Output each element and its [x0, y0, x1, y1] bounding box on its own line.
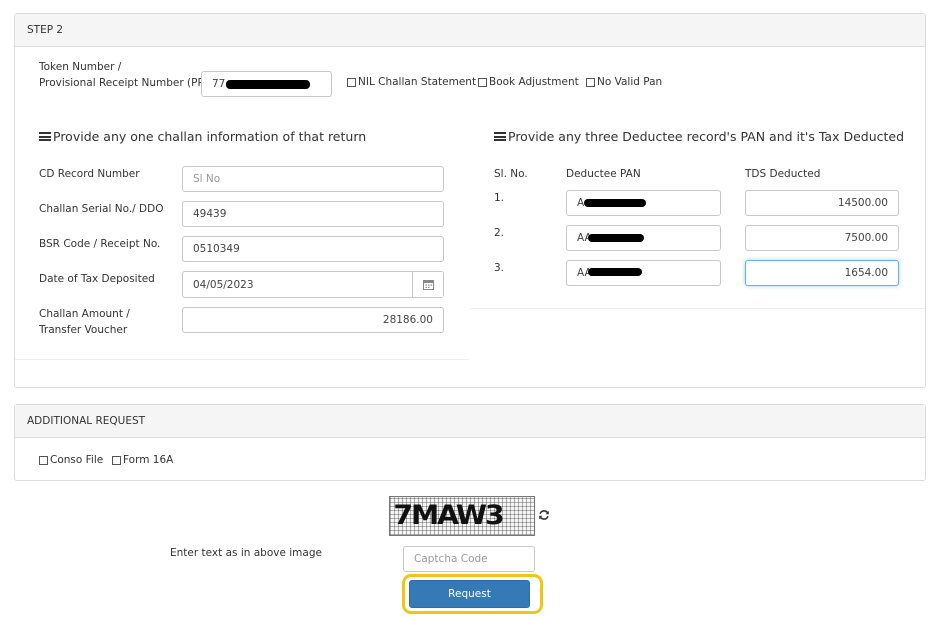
list-icon	[39, 132, 51, 141]
challan-title-text: Provide any one challan information of t…	[53, 129, 367, 144]
checkbox-box[interactable]	[347, 77, 356, 87]
deductee-section-title: Provide any three Deductee record's PAN …	[494, 129, 904, 144]
conso-file-checkbox[interactable]: Conso File	[39, 454, 103, 466]
captcha-code-input[interactable]	[403, 546, 535, 572]
cd-record-input[interactable]	[182, 166, 444, 192]
refresh-icon[interactable]	[538, 509, 550, 521]
form-16a-label: Form 16A	[123, 454, 174, 466]
additional-request-header: ADDITIONAL REQUEST	[15, 405, 925, 438]
row-number: 3.	[494, 262, 505, 274]
token-redaction	[226, 80, 310, 89]
token-label-line1: Token Number /	[39, 61, 122, 73]
pan-redaction	[584, 199, 646, 207]
nil-challan-checkbox[interactable]: NIL Challan Statement	[347, 76, 476, 88]
row-number: 2.	[494, 227, 505, 239]
checkbox-box[interactable]	[478, 77, 487, 87]
date-deposited-label: Date of Tax Deposited	[39, 273, 155, 285]
deductee-section-divider	[470, 308, 925, 309]
pan-redaction	[588, 268, 642, 276]
token-label-line2: Provisional Receipt Number (PRN)	[39, 77, 217, 89]
additional-request-panel: ADDITIONAL REQUEST	[14, 404, 926, 481]
checkbox-box[interactable]	[586, 77, 595, 87]
col-header-deductee-pan: Deductee PAN	[566, 168, 641, 180]
tds-deducted-input[interactable]	[745, 190, 899, 216]
additional-request-header-label: ADDITIONAL REQUEST	[27, 415, 146, 427]
row-number: 1.	[494, 192, 505, 204]
challan-section-title: Provide any one challan information of t…	[39, 129, 366, 144]
request-button-label: Request	[448, 588, 491, 600]
no-valid-pan-checkbox[interactable]: No Valid Pan	[586, 76, 662, 88]
calendar-button[interactable]	[412, 272, 443, 297]
form-16a-checkbox[interactable]: Form 16A	[112, 454, 173, 466]
checkbox-box[interactable]	[39, 455, 48, 465]
captcha-image: 7MAW3	[389, 496, 535, 536]
book-adjustment-label: Book Adjustment	[489, 76, 579, 88]
deductee-title-text: Provide any three Deductee record's PAN …	[508, 129, 905, 144]
book-adjustment-checkbox[interactable]: Book Adjustment	[478, 76, 579, 88]
conso-file-label: Conso File	[50, 454, 104, 466]
nil-challan-label: NIL Challan Statement	[358, 76, 477, 88]
captcha-instruction: Enter text as in above image	[170, 547, 322, 559]
challan-amount-input[interactable]	[182, 307, 444, 333]
list-icon	[494, 132, 506, 141]
challan-serial-input[interactable]	[182, 201, 444, 227]
tds-deducted-input[interactable]	[745, 225, 899, 251]
cd-record-label: CD Record Number	[39, 168, 140, 180]
tds-deducted-input[interactable]	[745, 260, 899, 286]
checkbox-box[interactable]	[112, 455, 121, 465]
calendar-icon	[422, 280, 434, 290]
bsr-code-input[interactable]	[182, 236, 444, 262]
challan-amount-label-line2: Transfer Voucher	[39, 324, 128, 336]
step2-header: STEP 2	[15, 14, 925, 47]
request-button[interactable]: Request	[409, 580, 530, 608]
col-header-slno: Sl. No.	[494, 168, 528, 180]
no-valid-pan-label: No Valid Pan	[597, 76, 663, 88]
pan-redaction	[588, 234, 644, 242]
bsr-code-label: BSR Code / Receipt No.	[39, 238, 161, 250]
challan-section-divider	[15, 359, 469, 360]
step2-header-label: STEP 2	[27, 24, 64, 36]
challan-amount-label-line1: Challan Amount /	[39, 308, 130, 320]
col-header-tds-deducted: TDS Deducted	[745, 168, 821, 180]
date-deposited-input[interactable]	[182, 271, 444, 298]
captcha-image-text: 7MAW3	[393, 500, 504, 531]
challan-serial-label: Challan Serial No./ DDO	[39, 203, 164, 215]
date-picker-group	[182, 271, 444, 298]
